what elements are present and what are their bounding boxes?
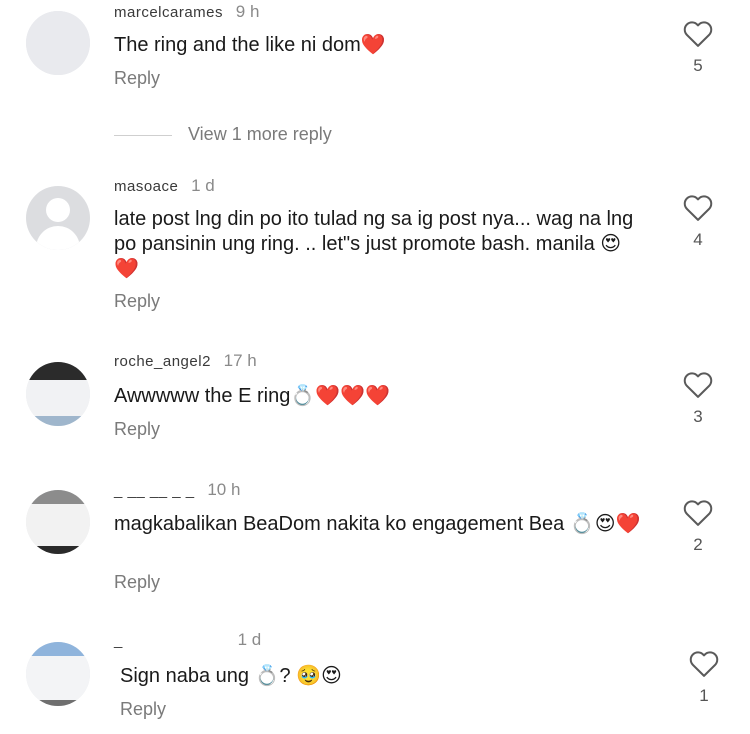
like-count: 3 (693, 407, 703, 426)
comment-meta: marcelcarames 9 h (114, 2, 259, 22)
avatar[interactable] (26, 362, 90, 426)
comment-username[interactable]: _ (114, 632, 123, 649)
comment-text: Sign naba ung 💍? 🥹😍 (120, 665, 342, 687)
reply-button[interactable]: Reply (114, 291, 160, 312)
like-count: 1 (699, 686, 709, 705)
comment-time: 1 d (237, 630, 262, 649)
avatar[interactable] (26, 186, 90, 250)
comment-meta: masoace 1 d (114, 176, 215, 196)
comment-time: 1 d (191, 176, 215, 195)
heart-icon (683, 500, 713, 526)
reply-button[interactable]: Reply (114, 419, 160, 440)
comment-username[interactable]: marcelcarames (114, 4, 223, 21)
avatar[interactable] (26, 11, 90, 75)
reply-button[interactable]: Reply (114, 572, 160, 593)
comment-username[interactable]: masoace (114, 178, 178, 195)
like-count: 5 (693, 56, 703, 75)
comment-meta: roche_angel2 17 h (114, 351, 257, 371)
like-button[interactable]: 4 (680, 194, 716, 250)
like-count: 4 (693, 230, 703, 249)
heart-icon (683, 372, 713, 398)
like-button[interactable]: 3 (680, 371, 716, 427)
reply-button[interactable]: Reply (120, 699, 166, 720)
like-button[interactable]: 2 (680, 499, 716, 555)
comment-time: 17 h (223, 351, 257, 370)
view-more-label: View 1 more reply (188, 124, 332, 144)
comment-text: Awwwww the E ring💍❤️❤️❤️ (114, 385, 390, 407)
avatar[interactable] (26, 642, 90, 706)
comment-username[interactable]: _ __ __ _ _ (114, 482, 195, 499)
comment-meta: _ __ __ _ _ 10 h (114, 480, 240, 500)
heart-icon (683, 195, 713, 221)
comment-text: The ring and the like ni dom❤️ (114, 34, 386, 56)
comment-time: 9 h (235, 2, 260, 21)
comment-text: magkabalikan BeaDom nakita ko engagement… (114, 513, 641, 535)
like-button[interactable]: 1 (686, 650, 722, 706)
reply-button[interactable]: Reply (114, 68, 160, 89)
default-avatar-head (46, 198, 70, 222)
comment-time: 10 h (207, 480, 241, 499)
avatar[interactable] (26, 490, 90, 554)
heart-icon (689, 651, 719, 677)
default-avatar-body (36, 226, 80, 250)
comment-meta: _ 1 d (114, 630, 261, 650)
divider (114, 135, 172, 136)
comment-username[interactable]: roche_angel2 (114, 353, 211, 370)
like-button[interactable]: 5 (680, 20, 716, 76)
comment-text: late post lng din po ito tulad ng sa ig … (114, 208, 634, 280)
like-count: 2 (693, 535, 703, 554)
heart-icon (683, 21, 713, 47)
